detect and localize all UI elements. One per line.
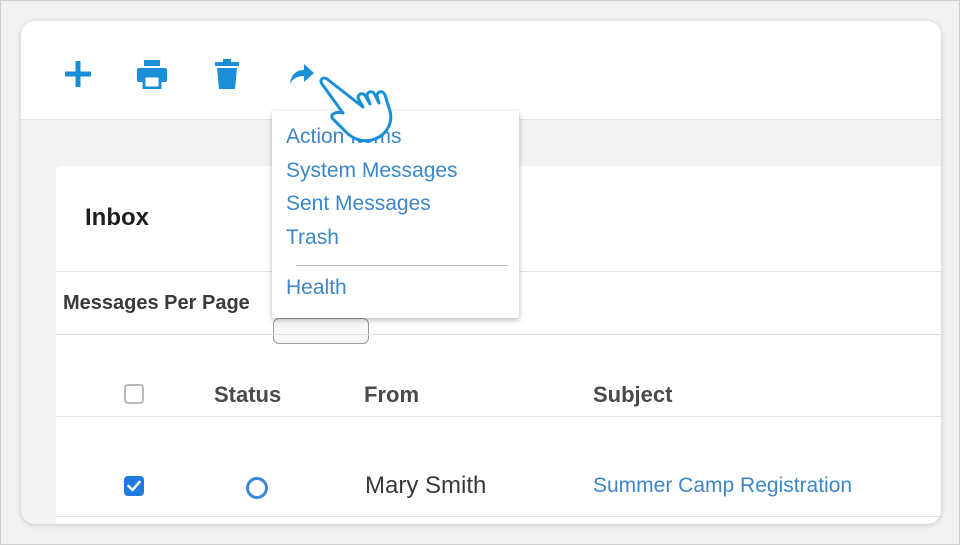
- unread-status-icon: [246, 477, 268, 499]
- menu-item-trash[interactable]: Trash: [286, 226, 339, 250]
- menu-item-health[interactable]: Health: [286, 276, 347, 300]
- print-button[interactable]: [135, 57, 169, 91]
- menu-separator: [296, 265, 508, 266]
- column-header-from[interactable]: From: [364, 382, 419, 408]
- screenshot-frame: Inbox Messages Per Page Status From Subj…: [0, 0, 960, 545]
- toolbar: [21, 21, 941, 120]
- column-header-subject[interactable]: Subject: [593, 382, 672, 408]
- select-all-checkbox[interactable]: [124, 384, 144, 404]
- divider: [56, 516, 941, 517]
- divider: [56, 334, 941, 335]
- new-message-button[interactable]: [61, 57, 95, 91]
- menu-item-system-messages[interactable]: System Messages: [286, 159, 458, 183]
- print-icon: [137, 60, 167, 89]
- plus-icon: [65, 61, 91, 87]
- row-checkbox[interactable]: [124, 476, 144, 496]
- message-subject-link[interactable]: Summer Camp Registration: [593, 474, 852, 498]
- trash-icon: [215, 59, 239, 89]
- column-header-status[interactable]: Status: [214, 382, 281, 408]
- messages-per-page-label: Messages Per Page: [63, 292, 250, 314]
- checkmark-icon: [127, 480, 141, 492]
- forward-arrow-icon: [290, 64, 314, 84]
- menu-item-sent-messages[interactable]: Sent Messages: [286, 192, 431, 216]
- delete-button[interactable]: [210, 57, 244, 91]
- inbox-title: Inbox: [85, 204, 149, 231]
- move-to-dropdown-menu: Action Items System Messages Sent Messag…: [272, 111, 519, 318]
- move-to-button[interactable]: [285, 57, 319, 91]
- message-from: Mary Smith: [365, 472, 487, 499]
- messages-per-page-select[interactable]: [273, 318, 369, 344]
- menu-item-action-items[interactable]: Action Items: [286, 125, 402, 149]
- divider: [56, 416, 941, 417]
